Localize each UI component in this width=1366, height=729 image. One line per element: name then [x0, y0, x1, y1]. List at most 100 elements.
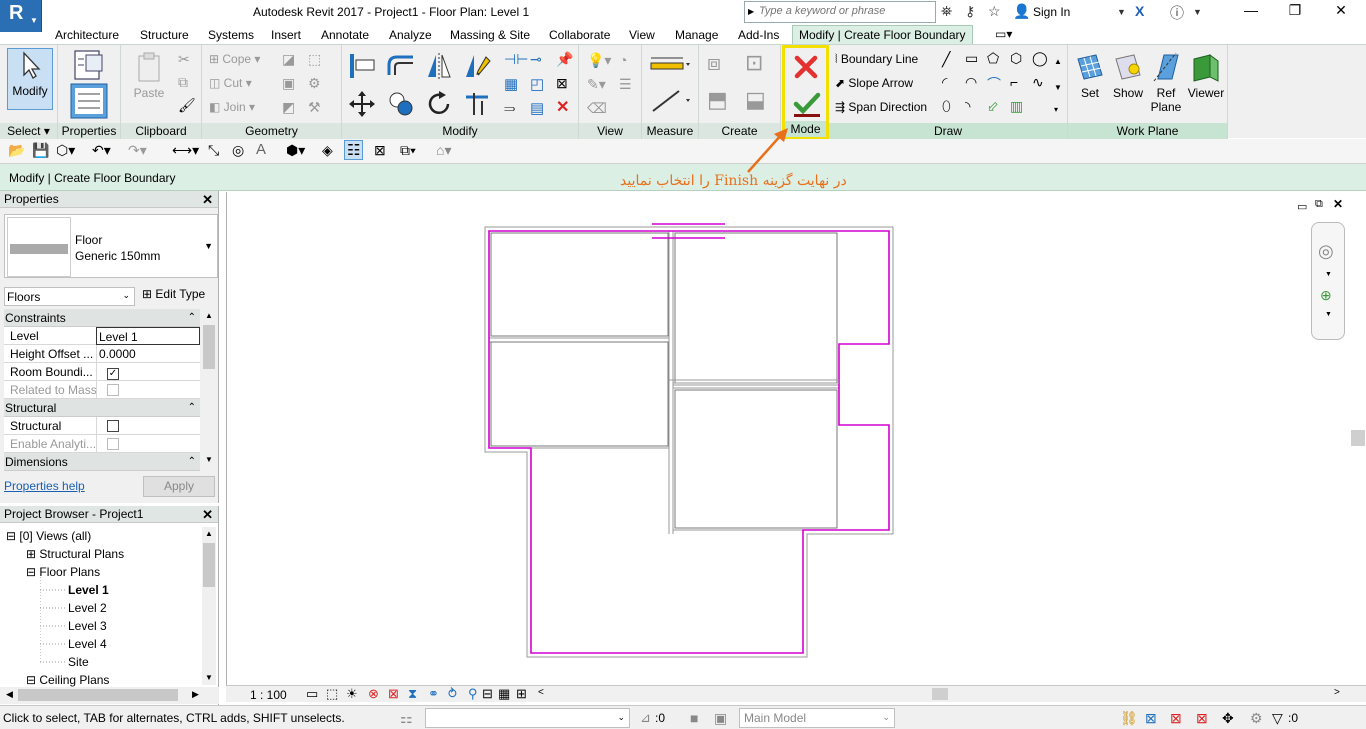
- arc-tangent-icon[interactable]: ⌒: [987, 74, 1001, 94]
- copy-element-icon[interactable]: [386, 89, 416, 119]
- section-icon[interactable]: ◈: [322, 142, 333, 159]
- scale-icon[interactable]: ◰: [530, 75, 544, 93]
- help-dropdown-icon[interactable]: ▼: [1193, 7, 1202, 17]
- view-minimize-icon[interactable]: ▭: [1297, 200, 1307, 213]
- tab-annotate[interactable]: Annotate: [321, 28, 369, 42]
- minimize-button[interactable]: —: [1236, 2, 1266, 22]
- boundary-line-button[interactable]: ⦚ Boundary Line: [835, 52, 918, 67]
- hammer-icon[interactable]: ⚒: [308, 99, 321, 116]
- unlock-3d-icon[interactable]: ⚭: [428, 686, 439, 702]
- temporary-view-icon[interactable]: ⊟: [482, 686, 493, 702]
- tree-item-level-3[interactable]: Level 3: [68, 619, 107, 633]
- floor-boundary-sketch[interactable]: [488, 230, 890, 654]
- spline-icon[interactable]: ∿: [1032, 74, 1044, 91]
- horizontal-scroll-thumb[interactable]: [932, 688, 948, 700]
- rotate-icon[interactable]: [424, 89, 454, 119]
- room-bounding-checkbox[interactable]: ✓: [107, 368, 119, 380]
- modify-button[interactable]: Modify: [7, 48, 53, 110]
- tag-icon[interactable]: ◎: [232, 142, 244, 159]
- exchange-apps-icon[interactable]: X: [1135, 3, 1144, 19]
- tab-modify-create-floor-boundary[interactable]: Modify | Create Floor Boundary: [792, 25, 973, 45]
- chevron-down-icon[interactable]: ▼: [1325, 271, 1332, 278]
- show-crop-icon[interactable]: ⧗: [408, 686, 417, 702]
- panel-toggle-icon[interactable]: ▭▾: [995, 27, 1012, 41]
- scroll-up-icon[interactable]: ▲: [1054, 57, 1062, 66]
- tab-structure[interactable]: Structure: [140, 28, 189, 42]
- hide-bulb-icon[interactable]: 💡▾: [587, 52, 611, 69]
- tab-view[interactable]: View: [629, 28, 655, 42]
- view-restore-icon[interactable]: ⧉: [1315, 198, 1323, 211]
- move-icon[interactable]: [347, 89, 377, 119]
- create-parts-icon[interactable]: ⊡: [745, 50, 763, 76]
- tree-item-site[interactable]: Site: [68, 655, 89, 669]
- scroll-left-icon[interactable]: <: [538, 687, 544, 698]
- array-icon[interactable]: ▦: [504, 75, 518, 93]
- arc-center-icon[interactable]: ◠: [965, 74, 977, 91]
- chevron-down-icon[interactable]: ▼: [1117, 7, 1126, 17]
- tab-massing-site[interactable]: Massing & Site: [450, 28, 530, 42]
- aligned-dimension-icon[interactable]: ⤡: [208, 142, 219, 159]
- split-face-icon[interactable]: ▣: [282, 75, 295, 92]
- apply-button[interactable]: Apply: [143, 476, 215, 497]
- select-by-face-icon[interactable]: ⊠: [1196, 710, 1208, 727]
- view-close-icon[interactable]: ✕: [1333, 197, 1343, 211]
- tab-manage[interactable]: Manage: [675, 28, 718, 42]
- draw-rectangle-icon[interactable]: ▭: [965, 50, 978, 67]
- properties-help-link[interactable]: Properties help: [4, 479, 85, 493]
- steering-wheel-icon[interactable]: ◎: [1318, 241, 1334, 262]
- measure-distance-icon[interactable]: [649, 55, 691, 73]
- search-box[interactable]: ▶: [744, 1, 936, 23]
- sign-in-link[interactable]: Sign In: [1033, 5, 1070, 19]
- worksets-icon[interactable]: ⚏: [400, 710, 413, 727]
- group-structural[interactable]: Structural ⌃: [4, 399, 200, 417]
- browser-hscrollbar[interactable]: ◀ ▶: [0, 687, 219, 704]
- unpin-icon[interactable]: ⊠: [556, 75, 568, 92]
- pin-icon[interactable]: 📌: [556, 51, 573, 68]
- remove-paint-icon[interactable]: ⚙: [308, 75, 321, 92]
- open-icon[interactable]: 📂: [8, 142, 25, 159]
- sync-icon[interactable]: ⬡▾: [56, 142, 75, 159]
- save-icon[interactable]: 💾: [32, 142, 49, 159]
- join-button[interactable]: ◧ Join ▾: [209, 100, 255, 114]
- close-button[interactable]: ✕: [1326, 2, 1356, 22]
- reveal-hidden-icon[interactable]: ⚲: [468, 686, 478, 702]
- tree-node-ceiling-plans[interactable]: ⊟ Ceiling Plans: [26, 673, 109, 687]
- cancel-edit-icon[interactable]: [793, 54, 819, 80]
- tab-analyze[interactable]: Analyze: [389, 28, 432, 42]
- highlight-displacement-icon[interactable]: ⊞: [516, 686, 527, 702]
- design-options-icon[interactable]: ■: [690, 710, 698, 726]
- editing-requests-icon[interactable]: ⊿: [640, 710, 651, 726]
- select-links-icon[interactable]: ⛓: [1120, 710, 1138, 727]
- crop-view-icon[interactable]: ⊠: [388, 686, 399, 702]
- switch-windows-icon[interactable]: ⧉▾: [400, 142, 416, 159]
- instance-filter-dropdown[interactable]: Floors ⌄: [4, 287, 135, 306]
- select-underlay-icon[interactable]: ⊠: [1145, 710, 1157, 727]
- level-field[interactable]: Level 1: [96, 327, 200, 345]
- tree-node-structural-plans[interactable]: ⊞ Structural Plans: [26, 547, 124, 561]
- split-element-icon[interactable]: ⊣⊢: [504, 51, 528, 68]
- help-icon[interactable]: ⓘ: [1170, 3, 1184, 23]
- ellipse-icon[interactable]: ⬯: [942, 98, 951, 115]
- background-process-icon[interactable]: ⚙: [1250, 710, 1263, 727]
- override-graphics-icon[interactable]: ◔: [619, 52, 627, 68]
- 3d-view-icon[interactable]: ⬢▾: [286, 142, 305, 159]
- chevron-down-icon[interactable]: ▼: [1325, 311, 1332, 318]
- edit-type-button[interactable]: ⊞ Edit Type: [142, 287, 205, 301]
- create-group-icon[interactable]: ⬒: [707, 87, 728, 113]
- delete-icon[interactable]: ✕: [556, 97, 569, 117]
- trim-extend-icon[interactable]: [462, 89, 492, 119]
- sun-path-icon[interactable]: ☀: [346, 686, 358, 702]
- subscription-icon[interactable]: ⚷: [965, 3, 975, 20]
- design-option-dropdown[interactable]: Main Model ⌄: [739, 708, 895, 728]
- scroll-down-icon[interactable]: ▼: [1054, 83, 1062, 92]
- pick-walls-icon[interactable]: ▥: [1010, 98, 1023, 115]
- tab-insert[interactable]: Insert: [271, 28, 301, 42]
- arc-fillet-icon[interactable]: ⌐: [1010, 74, 1018, 90]
- analytical-model-icon[interactable]: ▦: [498, 686, 510, 702]
- close-icon[interactable]: ✕: [202, 506, 213, 523]
- split-gap-icon[interactable]: ⊸: [530, 51, 542, 68]
- type-selector[interactable]: Floor Generic 150mm ▼: [4, 214, 218, 278]
- zoom-region-icon[interactable]: ⊕: [1320, 287, 1332, 304]
- structural-checkbox[interactable]: [107, 420, 119, 432]
- tab-architecture[interactable]: Architecture: [55, 28, 119, 42]
